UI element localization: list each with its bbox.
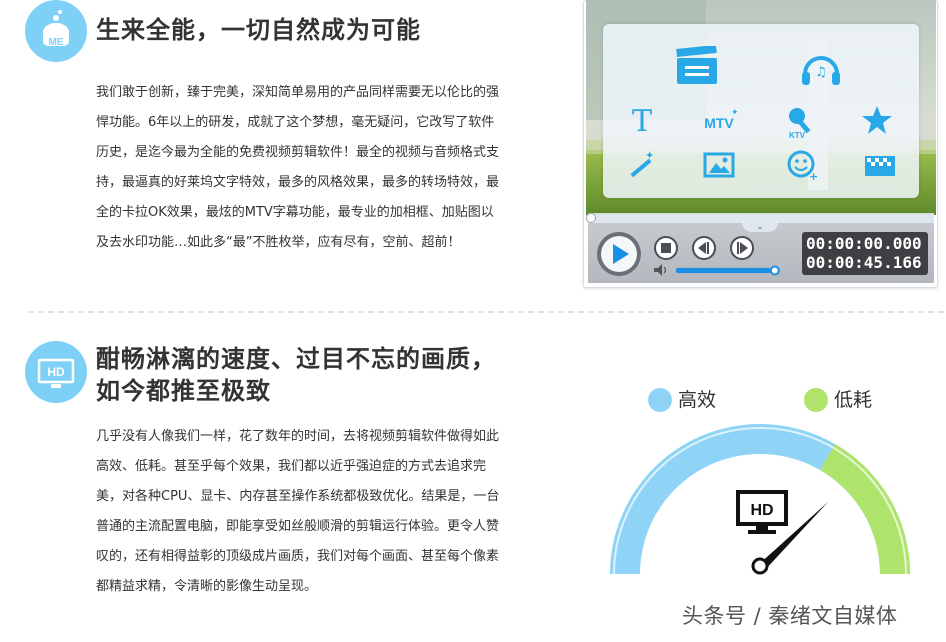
next-frame-button[interactable] (730, 236, 754, 260)
volume-icon[interactable] (654, 264, 667, 276)
me-badge-label: ME (49, 37, 64, 48)
efficiency-legend-label: 高效 (678, 389, 717, 411)
svg-text:+: + (809, 170, 818, 182)
paragraph-line: 全的卡拉OK效果，最炫的MTV字幕功能，最专业的加相框、加贴图以 (96, 205, 494, 220)
section2-title-line1: 酣畅淋漓的速度、过目不忘的画质， (96, 345, 496, 373)
svg-text:♫: ♫ (815, 65, 827, 80)
watermark: 头条号 / 秦绪文自媒体 (682, 604, 898, 628)
paragraph-line: 悍功能。6年以上的研发，成就了这个梦想，毫无疑问，它改写了软件 (96, 115, 495, 130)
effects-panel: ♫ T MTV ✦ KTV ✦ + (603, 24, 919, 198)
performance-gauge: HD (610, 424, 910, 575)
efficiency-legend-dot (648, 388, 672, 412)
hd-badge-icon: HD (25, 341, 87, 403)
paragraph-line: 几乎没有人像我们一样，花了数年的时间，去将视频剪辑软件做得如此 (96, 429, 500, 444)
section1-title: 生来全能，一切自然成为可能 (96, 16, 421, 44)
magic-wand-icon[interactable]: ✦ (625, 148, 659, 182)
svg-text:✦: ✦ (645, 149, 654, 162)
sticker-icon[interactable]: + (785, 148, 819, 182)
paragraph-line: 历史，是迄今最为全能的免费视频剪辑软件！最全的视频与音频格式支 (96, 145, 500, 160)
text-icon-label: T (632, 104, 652, 136)
section2-title-line2: 如今都推至极致 (96, 377, 271, 405)
paragraph-line: 及去水印功能…如此多“最”不胜枚举，应有尽有，空前、超前！ (96, 235, 461, 250)
previous-frame-button[interactable] (692, 236, 716, 260)
mtv-icon[interactable]: MTV ✦ (697, 106, 741, 136)
section1-paragraph: 我们敢于创新，臻于完美，深知简单易用的产品同样需要无以伦比的强 悍功能。6年以上… (96, 78, 499, 258)
timeline-scrubber[interactable] (586, 213, 596, 223)
volume-knob[interactable] (769, 265, 780, 276)
volume-level (676, 268, 775, 273)
headphones-icon[interactable]: ♫ (799, 46, 843, 88)
paragraph-line: 都精益求精，令清晰的影像生动呈现。 (96, 579, 318, 594)
picture-frame-icon[interactable] (703, 150, 735, 180)
paragraph-line: 我们敢于创新，臻于完美，深知简单易用的产品同样需要无以伦比的强 (96, 85, 500, 100)
low-consumption-legend-dot (804, 388, 828, 412)
current-time: 00:00:00.000 (806, 234, 922, 253)
paragraph-line: 美，对各种CPU、显卡、内存甚至操作系统都极致优化。结果是，一台 (96, 489, 500, 504)
paragraph-line: 叹的，还有相得益彰的顶级成片画质，我们对每个画面、甚至每个像素 (96, 549, 500, 564)
total-time: 00:00:45.166 (806, 253, 922, 272)
text-icon[interactable]: T (625, 104, 659, 136)
hd-monitor-icon: HD (736, 490, 788, 534)
me-badge-icon: ME (25, 0, 87, 62)
player-buttons (597, 232, 781, 276)
section2-paragraph: 几乎没有人像我们一样，花了数年的时间，去将视频剪辑软件做得如此 高效、低耗。甚至… (96, 422, 499, 602)
hd-monitor-label: HD (750, 502, 773, 519)
ktv-icon-label: KTV (789, 131, 806, 140)
mtv-icon-label: MTV (704, 115, 734, 131)
hd-badge-label: HD (47, 365, 65, 379)
clapperboard-icon[interactable] (675, 46, 719, 86)
play-button[interactable] (597, 232, 641, 276)
paragraph-line: 高效、低耗。甚至乎每个效果，我们都以近乎强迫症的方式去追求完 (96, 459, 487, 474)
section-divider (28, 311, 944, 313)
mosaic-icon[interactable] (863, 152, 897, 178)
pot-icon: ME (43, 10, 69, 48)
ktv-icon[interactable]: KTV (781, 102, 821, 140)
star-icon[interactable] (861, 104, 893, 136)
svg-text:✦: ✦ (731, 108, 739, 118)
low-consumption-legend-label: 低耗 (834, 389, 873, 411)
monitor-icon: HD (37, 358, 75, 388)
stop-button[interactable] (654, 236, 678, 260)
paragraph-line: 持，最逼真的好莱坞文字特效，最多的风格效果，最多的转场特效，最 (96, 175, 500, 190)
paragraph-line: 普通的主流配置电脑，即能享受如丝般顺滑的剪辑运行体验。更令人赞 (96, 519, 500, 534)
